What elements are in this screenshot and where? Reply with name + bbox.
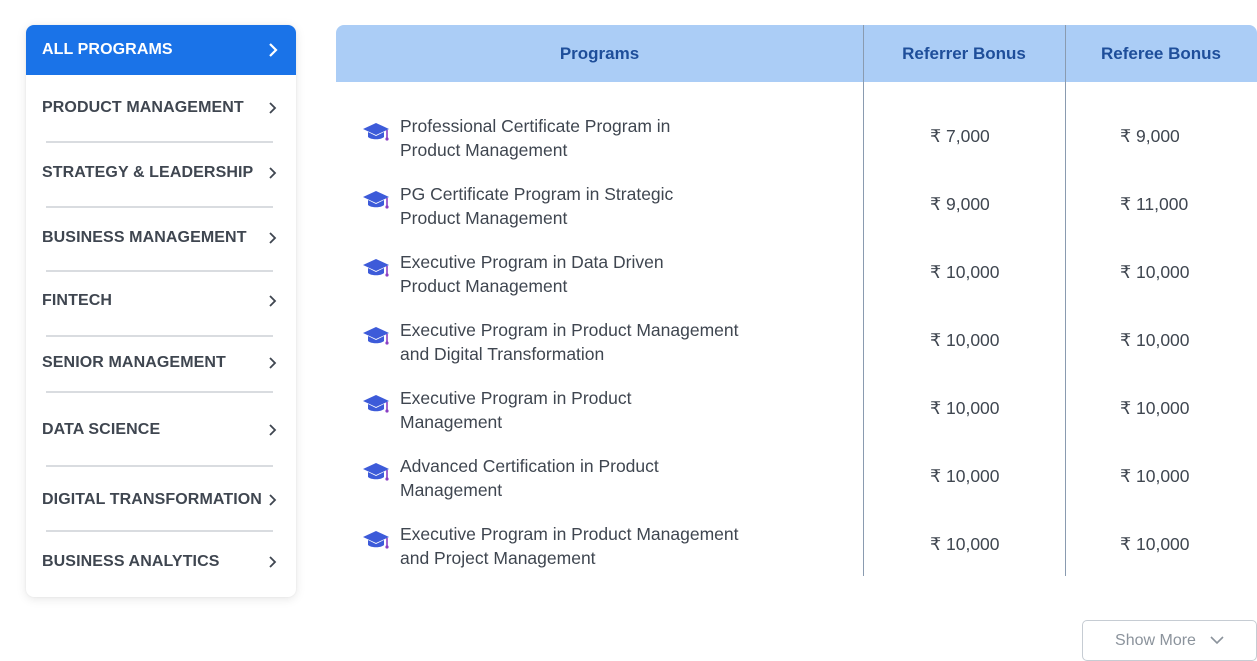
sidebar-item-label: PRODUCT MANAGEMENT (42, 99, 244, 116)
referee-bonus: ₹ 10,000 (1120, 534, 1190, 554)
sidebar-item-digital-transformation[interactable]: DIGITAL TRANSFORMATION (26, 475, 296, 525)
graduation-cap-icon (363, 191, 389, 209)
program-name[interactable]: Executive Program in Product Management a… (400, 522, 780, 570)
program-name[interactable]: Executive Program in Product Management (400, 386, 780, 434)
show-more-button[interactable]: Show More (1082, 620, 1257, 661)
sidebar-item-business-analytics[interactable]: BUSINESS ANALYTICS (26, 537, 296, 587)
sidebar-item-label: FINTECH (42, 292, 113, 309)
table-row: Executive Program in Product Management ₹… (336, 386, 1257, 454)
sidebar-item-label: DATA SCIENCE (42, 421, 161, 438)
sidebar-item-strategy-leadership[interactable]: STRATEGY & LEADERSHIP (26, 148, 296, 198)
sidebar-item-label: SENIOR MANAGEMENT (42, 354, 226, 371)
referee-bonus: ₹ 9,000 (1120, 126, 1180, 146)
divider (46, 530, 273, 532)
chevron-right-icon (269, 232, 277, 244)
show-more-label: Show More (1115, 631, 1196, 649)
sidebar-item-label: BUSINESS ANALYTICS (42, 553, 220, 570)
sidebar-item-senior-management[interactable]: SENIOR MANAGEMENT (26, 338, 296, 388)
graduation-cap-icon (363, 327, 389, 345)
chevron-right-icon (269, 167, 277, 179)
graduation-cap-icon (363, 531, 389, 549)
sidebar-item-product-management[interactable]: PRODUCT MANAGEMENT (26, 83, 296, 133)
sidebar-item-label: ALL PROGRAMS (42, 41, 173, 58)
chevron-down-icon (1210, 636, 1224, 645)
divider (46, 270, 273, 272)
sidebar-item-data-science[interactable]: DATA SCIENCE (26, 405, 296, 455)
graduation-cap-icon (363, 463, 389, 481)
chevron-right-icon (269, 102, 277, 114)
chevron-right-icon (269, 424, 277, 436)
program-name[interactable]: Executive Program in Data Driven Product … (400, 250, 780, 298)
column-header-referrer-bonus: Referrer Bonus (902, 43, 1026, 63)
sidebar-item-label: DIGITAL TRANSFORMATION (42, 491, 262, 508)
divider (46, 465, 273, 467)
chevron-right-icon (269, 295, 277, 307)
divider (46, 335, 273, 337)
referee-bonus: ₹ 10,000 (1120, 398, 1190, 418)
table-row: Executive Program in Data Driven Product … (336, 250, 1257, 318)
sidebar-item-label: BUSINESS MANAGEMENT (42, 229, 247, 246)
divider (46, 141, 273, 143)
table-row: Executive Program in Product Management a… (336, 318, 1257, 386)
referrer-bonus: ₹ 9,000 (930, 194, 990, 214)
sidebar-item-fintech[interactable]: FINTECH (26, 276, 296, 326)
divider (46, 391, 273, 393)
program-name[interactable]: Advanced Certification in Product Managem… (400, 454, 780, 502)
referee-bonus: ₹ 11,000 (1120, 194, 1189, 214)
program-name[interactable]: Professional Certificate Program in Produ… (400, 114, 780, 162)
sidebar-item-business-management[interactable]: BUSINESS MANAGEMENT (26, 213, 296, 263)
program-name[interactable]: PG Certificate Program in Strategic Produ… (400, 182, 780, 230)
table-row: Executive Program in Product Management a… (336, 522, 1257, 590)
column-header-referee-bonus: Referee Bonus (1101, 43, 1221, 63)
referee-bonus: ₹ 10,000 (1120, 262, 1190, 282)
divider (46, 206, 273, 208)
column-header-programs: Programs (559, 43, 640, 63)
chevron-right-icon (269, 357, 277, 369)
table-row: PG Certificate Program in Strategic Produ… (336, 182, 1257, 250)
graduation-cap-icon (363, 259, 389, 277)
referrer-bonus: ₹ 7,000 (930, 126, 990, 146)
chevron-right-icon (269, 494, 277, 506)
chevron-right-icon (269, 556, 277, 568)
graduation-cap-icon (363, 123, 389, 141)
table-row: Professional Certificate Program in Produ… (336, 114, 1257, 182)
referrer-bonus: ₹ 10,000 (930, 398, 1000, 418)
referrer-bonus: ₹ 10,000 (930, 330, 1000, 350)
referrer-bonus: ₹ 10,000 (930, 466, 1000, 486)
sidebar-item-label: STRATEGY & LEADERSHIP (42, 164, 254, 181)
referrer-bonus: ₹ 10,000 (930, 534, 1000, 554)
referee-bonus: ₹ 10,000 (1120, 466, 1190, 486)
chevron-right-icon (269, 43, 278, 57)
referrer-bonus: ₹ 10,000 (930, 262, 1000, 282)
program-category-sidebar: ALL PROGRAMS PRODUCT MANAGEMENT STRATEGY… (26, 25, 296, 597)
table-header: Programs Referrer Bonus Referee Bonus (336, 25, 1257, 82)
table-row: Advanced Certification in Product Managem… (336, 454, 1257, 522)
graduation-cap-icon (363, 395, 389, 413)
referee-bonus: ₹ 10,000 (1120, 330, 1190, 350)
program-name[interactable]: Executive Program in Product Management a… (400, 318, 780, 366)
sidebar-item-all-programs[interactable]: ALL PROGRAMS (26, 25, 296, 75)
